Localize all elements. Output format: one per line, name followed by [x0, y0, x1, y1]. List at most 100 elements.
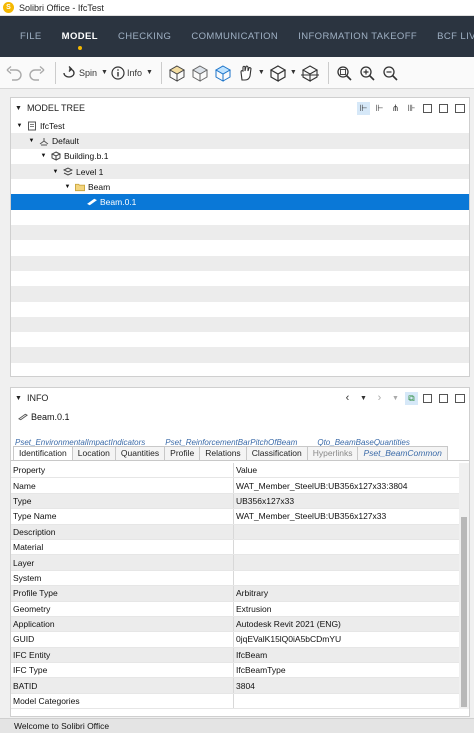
- hide-components-icon[interactable]: [190, 62, 210, 84]
- tab-identification[interactable]: Identification: [13, 446, 73, 460]
- property-name: Model Categories: [11, 693, 234, 709]
- table-row[interactable]: Application Autodesk Revit 2021 (ENG): [11, 616, 469, 633]
- model-tree-tools: ⊩ ⊩ ⋔ ⊪: [354, 101, 469, 115]
- info-tabs-row-2: Identification Location Quantities Profi…: [11, 446, 469, 461]
- tree-hierarchy-icon[interactable]: ⊩: [373, 102, 386, 115]
- table-row[interactable]: Geometry Extrusion: [11, 601, 469, 617]
- tree-row-ifctest[interactable]: ▼ IfcTest: [11, 118, 469, 133]
- tab-hyperlinks[interactable]: Hyperlinks: [306, 446, 359, 460]
- menu-information-takeoff[interactable]: INFORMATION TAKEOFF: [298, 31, 417, 42]
- expand-icon[interactable]: ▼: [63, 184, 72, 190]
- expand-icon[interactable]: ▼: [27, 138, 36, 144]
- table-row[interactable]: Name WAT_Member_SteelUB:UB356x127x33:3804: [11, 478, 469, 494]
- caret-down-icon: ▼: [257, 69, 265, 76]
- copy-icon[interactable]: [421, 392, 434, 405]
- info-panel: ▼ INFO ‹ ▼ › ▼ ⧉ Beam.0.1 Pset_Environme…: [10, 387, 470, 717]
- info-header: ▼ INFO ‹ ▼ › ▼ ⧉: [11, 388, 469, 408]
- tree-groups-icon[interactable]: ⊪: [405, 102, 418, 115]
- info-button[interactable]: Info ▼: [111, 62, 153, 84]
- properties-scrollbar[interactable]: [459, 463, 469, 710]
- undo-icon[interactable]: [4, 62, 24, 84]
- redo-icon[interactable]: [27, 62, 47, 84]
- window-maximize-icon[interactable]: [453, 392, 466, 405]
- tab-location[interactable]: Location: [71, 446, 116, 460]
- clipboard-icon[interactable]: [437, 102, 450, 115]
- selected-component-name: Beam.0.1: [31, 412, 70, 422]
- expand-icon[interactable]: ▼: [39, 153, 48, 159]
- status-bar: Welcome to Solibri Office: [0, 718, 474, 733]
- table-row[interactable]: Model Categories: [11, 693, 469, 710]
- column-header-property[interactable]: Property: [11, 463, 234, 478]
- hand-gesture-icon[interactable]: ▼: [236, 62, 265, 84]
- info-label: Info: [126, 67, 142, 78]
- sync-selection-icon[interactable]: ⧉: [405, 391, 418, 405]
- tree-empty-row: [11, 210, 469, 225]
- table-row[interactable]: IFC Type IfcBeamType: [11, 663, 469, 679]
- expand-icon[interactable]: ▼: [15, 123, 24, 129]
- section-box-icon[interactable]: [300, 62, 320, 84]
- zoom-out-icon[interactable]: [380, 62, 400, 84]
- table-row[interactable]: Profile Type Arbitrary: [11, 586, 469, 602]
- property-value: [234, 694, 469, 708]
- table-row[interactable]: Type Name WAT_Member_SteelUB:UB356x127x33: [11, 509, 469, 525]
- table-row[interactable]: IFC Entity IfcBeam: [11, 647, 469, 664]
- zoom-to-fit-icon[interactable]: [334, 62, 354, 84]
- window-maximize-icon[interactable]: [453, 102, 466, 115]
- menu-communication[interactable]: COMMUNICATION: [191, 31, 278, 42]
- tree-label: Beam: [88, 181, 111, 192]
- column-header-value[interactable]: Value: [234, 463, 469, 477]
- tab-quantities[interactable]: Quantities: [114, 446, 166, 460]
- menu-file[interactable]: FILE: [20, 31, 42, 42]
- table-row[interactable]: System: [11, 570, 469, 587]
- tab-classification[interactable]: Classification: [245, 446, 308, 460]
- expand-icon[interactable]: ▼: [51, 169, 60, 175]
- table-row[interactable]: Description: [11, 524, 469, 540]
- project-icon: [27, 121, 37, 131]
- tree-row-level-1[interactable]: ▼ Level 1: [11, 163, 469, 180]
- show-components-icon[interactable]: [167, 62, 187, 84]
- property-value: Extrusion: [236, 603, 272, 614]
- property-name: Type Name: [11, 509, 234, 524]
- property-name: Description: [11, 524, 234, 539]
- beam-icon: [87, 197, 97, 207]
- tree-layout-icon[interactable]: ⊩: [357, 101, 370, 115]
- next-icon[interactable]: ›: [373, 392, 386, 405]
- zoom-in-icon[interactable]: [357, 62, 377, 84]
- clipboard-icon[interactable]: [437, 392, 450, 405]
- tree-empty-row: [11, 271, 469, 286]
- folder-icon: [75, 182, 85, 192]
- collapse-icon[interactable]: ▼: [15, 395, 22, 402]
- copy-icon[interactable]: [421, 102, 434, 115]
- collapse-icon[interactable]: ▼: [15, 105, 22, 112]
- tree-row-default[interactable]: ▼ Default: [11, 133, 469, 149]
- table-row[interactable]: BATID 3804: [11, 678, 469, 694]
- table-row[interactable]: GUID 0jqEValK15lQ0iA5bCDmYU: [11, 632, 469, 648]
- tree-row-building[interactable]: ▼ Building.b.1: [11, 149, 469, 164]
- tab-pset-beamcommon[interactable]: Pset_BeamCommon: [357, 446, 448, 460]
- tab-profile[interactable]: Profile: [164, 446, 201, 460]
- menu-checking[interactable]: CHECKING: [118, 31, 171, 42]
- property-name: IFC Type: [11, 663, 234, 678]
- menu-model[interactable]: MODEL: [62, 31, 98, 50]
- solibri-app-icon: S: [3, 2, 14, 13]
- tree-row-beam-0-1[interactable]: Beam.0.1: [11, 194, 469, 210]
- isolate-components-icon[interactable]: [213, 62, 233, 84]
- tree-levels-icon[interactable]: ⋔: [389, 102, 402, 115]
- property-value: Autodesk Revit 2021 (ENG): [236, 619, 341, 630]
- tree-row-beam-folder[interactable]: ▼ Beam: [11, 179, 469, 194]
- table-row[interactable]: Layer: [11, 555, 469, 571]
- tab-relations[interactable]: Relations: [199, 446, 247, 460]
- table-row[interactable]: Type UB356x127x33: [11, 493, 469, 510]
- menu-bcf-live-connect[interactable]: BCF LIVE CONN: [437, 31, 474, 42]
- scrollbar-thumb[interactable]: [461, 517, 467, 707]
- forward-dropdown-icon[interactable]: ▼: [389, 392, 402, 405]
- table-row[interactable]: Material: [11, 539, 469, 556]
- spin-button[interactable]: Spin ▼: [61, 62, 108, 84]
- view-cube-icon[interactable]: ▼: [268, 62, 297, 84]
- previous-icon[interactable]: ‹: [341, 392, 354, 405]
- caret-down-icon: ▼: [101, 69, 108, 76]
- caret-down-icon: ▼: [145, 69, 153, 76]
- info-title: INFO: [26, 393, 49, 403]
- tree-label: Default: [52, 135, 79, 146]
- history-dropdown-icon[interactable]: ▼: [357, 392, 370, 405]
